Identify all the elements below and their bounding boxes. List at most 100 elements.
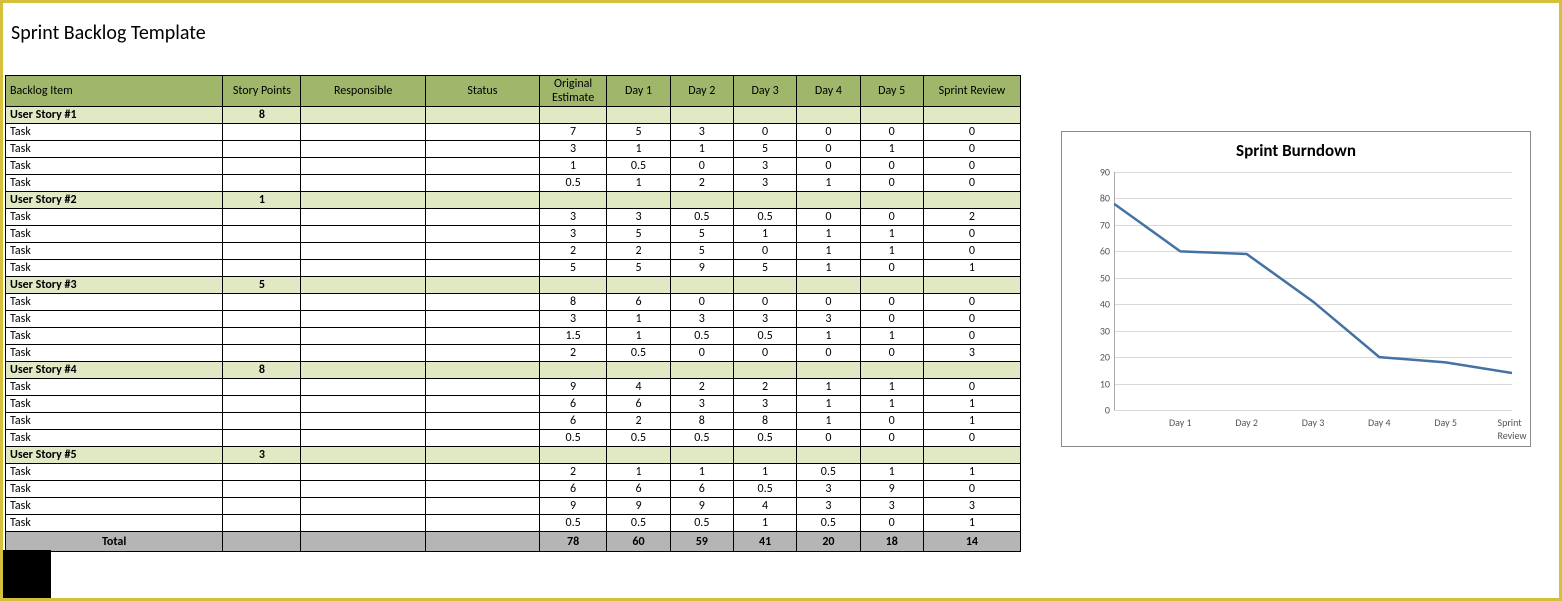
task-d4[interactable]: 1 bbox=[797, 379, 860, 396]
task-oe[interactable]: 0.5 bbox=[539, 515, 607, 532]
task-points[interactable] bbox=[223, 124, 301, 141]
task-name[interactable]: Task bbox=[6, 413, 223, 430]
task-d3[interactable]: 0.5 bbox=[733, 209, 796, 226]
task-rev[interactable]: 0 bbox=[923, 311, 1020, 328]
task-responsible[interactable] bbox=[301, 209, 426, 226]
task-d1[interactable]: 5 bbox=[607, 124, 670, 141]
story-points[interactable]: 3 bbox=[223, 447, 301, 464]
task-oe[interactable]: 7 bbox=[539, 124, 607, 141]
task-d4[interactable]: 1 bbox=[797, 243, 860, 260]
task-d2[interactable]: 9 bbox=[670, 260, 733, 277]
story-oe[interactable] bbox=[539, 192, 607, 209]
task-responsible[interactable] bbox=[301, 226, 426, 243]
task-rev[interactable]: 3 bbox=[923, 345, 1020, 362]
task-d2[interactable]: 0.5 bbox=[670, 328, 733, 345]
task-d1[interactable]: 6 bbox=[607, 396, 670, 413]
task-points[interactable] bbox=[223, 345, 301, 362]
task-responsible[interactable] bbox=[301, 158, 426, 175]
task-d4[interactable]: 1 bbox=[797, 328, 860, 345]
task-d3[interactable]: 0 bbox=[733, 124, 796, 141]
task-oe[interactable]: 6 bbox=[539, 396, 607, 413]
story-d5[interactable] bbox=[860, 447, 923, 464]
task-d5[interactable]: 1 bbox=[860, 243, 923, 260]
task-rev[interactable]: 1 bbox=[923, 515, 1020, 532]
task-d1[interactable]: 0.5 bbox=[607, 430, 670, 447]
task-d2[interactable]: 3 bbox=[670, 311, 733, 328]
task-status[interactable] bbox=[425, 515, 539, 532]
story-d4[interactable] bbox=[797, 447, 860, 464]
task-oe[interactable]: 1.5 bbox=[539, 328, 607, 345]
task-responsible[interactable] bbox=[301, 413, 426, 430]
task-d1[interactable]: 0.5 bbox=[607, 515, 670, 532]
task-responsible[interactable] bbox=[301, 345, 426, 362]
task-name[interactable]: Task bbox=[6, 226, 223, 243]
task-responsible[interactable] bbox=[301, 260, 426, 277]
task-d2[interactable]: 0.5 bbox=[670, 515, 733, 532]
task-d1[interactable]: 1 bbox=[607, 311, 670, 328]
task-name[interactable]: Task bbox=[6, 175, 223, 192]
task-responsible[interactable] bbox=[301, 243, 426, 260]
task-responsible[interactable] bbox=[301, 311, 426, 328]
story-d5[interactable] bbox=[860, 362, 923, 379]
task-d4[interactable]: 1 bbox=[797, 175, 860, 192]
story-responsible[interactable] bbox=[301, 192, 426, 209]
task-d4[interactable]: 3 bbox=[797, 498, 860, 515]
task-points[interactable] bbox=[223, 464, 301, 481]
task-d1[interactable]: 1 bbox=[607, 175, 670, 192]
task-d4[interactable]: 0 bbox=[797, 141, 860, 158]
task-d3[interactable]: 0.5 bbox=[733, 481, 796, 498]
task-name[interactable]: Task bbox=[6, 481, 223, 498]
task-d2[interactable]: 0.5 bbox=[670, 430, 733, 447]
task-d1[interactable]: 4 bbox=[607, 379, 670, 396]
task-d3[interactable]: 0.5 bbox=[733, 430, 796, 447]
story-rev[interactable] bbox=[923, 192, 1020, 209]
story-points[interactable]: 8 bbox=[223, 362, 301, 379]
task-name[interactable]: Task bbox=[6, 498, 223, 515]
task-rev[interactable]: 0 bbox=[923, 226, 1020, 243]
task-points[interactable] bbox=[223, 413, 301, 430]
task-responsible[interactable] bbox=[301, 515, 426, 532]
task-responsible[interactable] bbox=[301, 396, 426, 413]
task-responsible[interactable] bbox=[301, 124, 426, 141]
task-d1[interactable]: 6 bbox=[607, 481, 670, 498]
task-points[interactable] bbox=[223, 141, 301, 158]
task-d4[interactable]: 0.5 bbox=[797, 515, 860, 532]
story-responsible[interactable] bbox=[301, 447, 426, 464]
task-oe[interactable]: 9 bbox=[539, 498, 607, 515]
task-d3[interactable]: 4 bbox=[733, 498, 796, 515]
task-d2[interactable]: 8 bbox=[670, 413, 733, 430]
task-status[interactable] bbox=[425, 430, 539, 447]
story-d3[interactable] bbox=[733, 107, 796, 124]
task-d4[interactable]: 1 bbox=[797, 260, 860, 277]
story-d1[interactable] bbox=[607, 277, 670, 294]
task-name[interactable]: Task bbox=[6, 345, 223, 362]
task-oe[interactable]: 8 bbox=[539, 294, 607, 311]
task-name[interactable]: Task bbox=[6, 311, 223, 328]
task-points[interactable] bbox=[223, 396, 301, 413]
task-name[interactable]: Task bbox=[6, 209, 223, 226]
task-rev[interactable]: 2 bbox=[923, 209, 1020, 226]
task-d3[interactable]: 1 bbox=[733, 464, 796, 481]
story-d1[interactable] bbox=[607, 447, 670, 464]
story-d4[interactable] bbox=[797, 192, 860, 209]
story-points[interactable]: 8 bbox=[223, 107, 301, 124]
task-d3[interactable]: 5 bbox=[733, 260, 796, 277]
task-d2[interactable]: 1 bbox=[670, 464, 733, 481]
task-d3[interactable]: 1 bbox=[733, 515, 796, 532]
task-name[interactable]: Task bbox=[6, 158, 223, 175]
task-rev[interactable]: 1 bbox=[923, 396, 1020, 413]
story-name[interactable]: User Story #3 bbox=[6, 277, 223, 294]
task-status[interactable] bbox=[425, 175, 539, 192]
story-rev[interactable] bbox=[923, 107, 1020, 124]
task-status[interactable] bbox=[425, 260, 539, 277]
task-d1[interactable]: 0.5 bbox=[607, 158, 670, 175]
task-d4[interactable]: 0 bbox=[797, 294, 860, 311]
story-d5[interactable] bbox=[860, 192, 923, 209]
story-d3[interactable] bbox=[733, 362, 796, 379]
task-points[interactable] bbox=[223, 294, 301, 311]
task-oe[interactable]: 6 bbox=[539, 481, 607, 498]
task-responsible[interactable] bbox=[301, 498, 426, 515]
story-name[interactable]: User Story #5 bbox=[6, 447, 223, 464]
task-points[interactable] bbox=[223, 175, 301, 192]
story-status[interactable] bbox=[425, 107, 539, 124]
